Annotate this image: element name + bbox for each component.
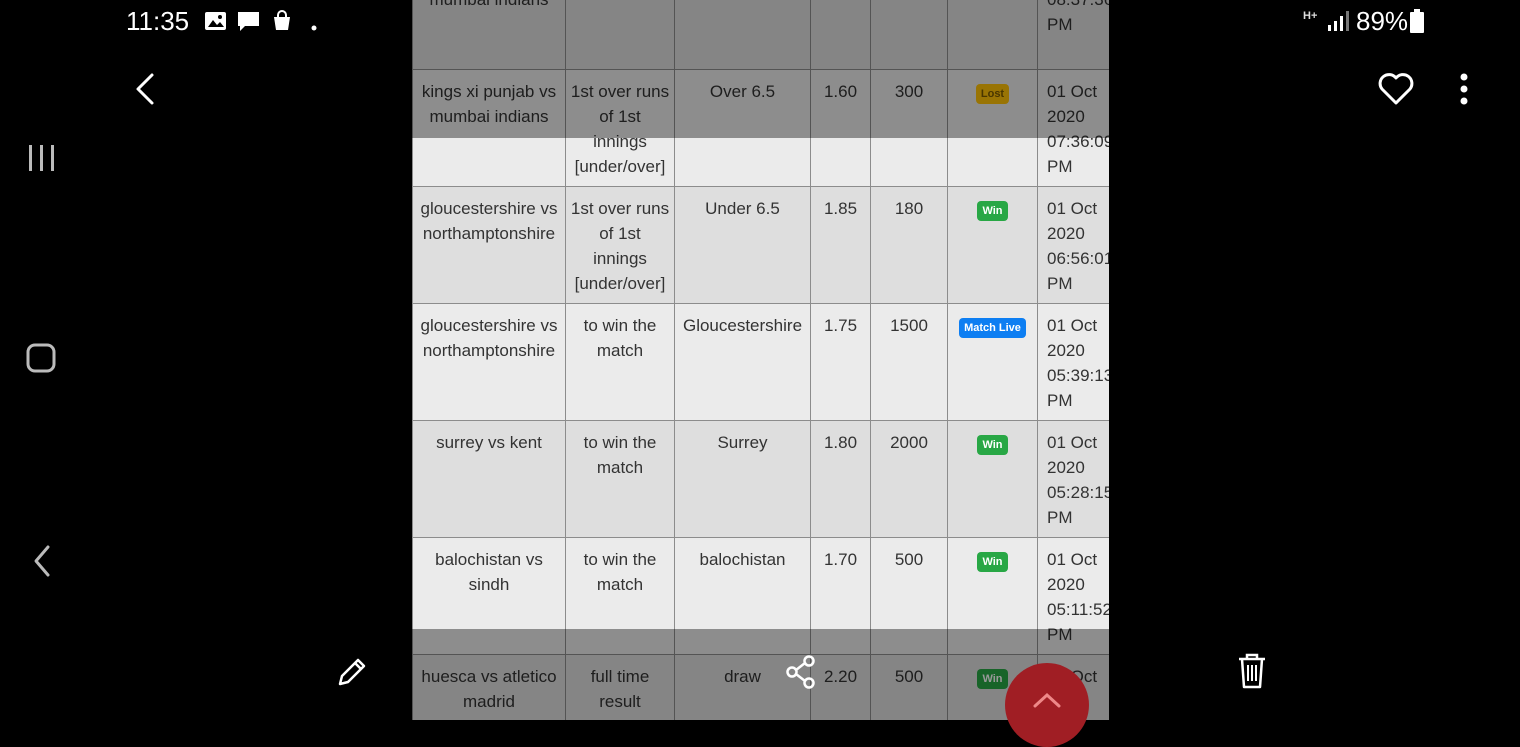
result-cell: Match Live	[947, 303, 1038, 421]
stake-cell: 500	[870, 537, 948, 655]
match-cell: surrey vs kent	[412, 420, 566, 538]
time-cell: 01 Oct 2020 05:11:52 PM	[1037, 537, 1109, 655]
more-notifications-dot-icon	[311, 18, 317, 36]
stake-cell: 180	[870, 186, 948, 304]
scroll-to-top-button[interactable]	[1005, 663, 1089, 747]
signal-strength-icon	[1327, 10, 1349, 37]
network-type-label: H+	[1303, 10, 1318, 22]
table-row: kings xi punjab vs mumbai indians 1st ove…	[412, 69, 1109, 187]
gallery-viewer: kings xi punjab vs mumbai indiansWin2020…	[0, 0, 1520, 747]
market-cell: to win the match	[565, 537, 675, 655]
match-cell: gloucestershire vs northamptonshire	[412, 303, 566, 421]
time-cell: 01 Oct 2020 05:28:15 PM	[1037, 420, 1109, 538]
stake-cell: 300	[870, 69, 948, 187]
status-badge: Win	[977, 201, 1008, 221]
stake-cell: 2000	[870, 420, 948, 538]
table-row: gloucestershire vs northamptonshire 1st o…	[412, 186, 1109, 304]
odds-cell: 1.60	[810, 69, 871, 187]
time-cell: 01 Oct 2020 07:36:09 PM	[1037, 69, 1109, 187]
delete-trash-icon[interactable]	[1236, 652, 1268, 690]
result-cell: Win	[947, 186, 1038, 304]
odds-cell: 1.75	[810, 303, 871, 421]
table-row: balochistan vs sindh to win the match balo…	[412, 537, 1109, 655]
status-badge: Win	[977, 435, 1008, 455]
status-badge: Win	[977, 669, 1008, 689]
status-badge: Match Live	[959, 318, 1026, 338]
market-cell: to win the match	[565, 420, 675, 538]
selection-cell: Under 6.5	[674, 186, 811, 304]
match-cell: gloucestershire vs northamptonshire	[412, 186, 566, 304]
market-cell: 1st over runs of 1st innings [under/over…	[565, 69, 675, 187]
selection-cell: balochistan	[674, 537, 811, 655]
table-row: surrey vs kent to win the match Surrey 1.80…	[412, 420, 1109, 538]
edit-pencil-icon[interactable]	[334, 654, 370, 690]
market-cell: 1st over runs of 1st innings [under/over…	[565, 186, 675, 304]
match-cell: kings xi punjab vs mumbai indians	[412, 69, 566, 187]
chevron-up-icon	[1032, 691, 1062, 747]
message-notification-icon	[236, 10, 261, 39]
bets-table: kings xi punjab vs mumbai indiansWin2020…	[412, 0, 1109, 720]
time-cell: 01 Oct 2020 05:39:13 PM	[1037, 303, 1109, 421]
stake-cell: 1500	[870, 303, 948, 421]
screenshot-image: kings xi punjab vs mumbai indiansWin2020…	[412, 0, 1109, 720]
table-row: gloucestershire vs northamptonshire to wi…	[412, 303, 1109, 421]
shopping-bag-notification-icon	[272, 10, 292, 37]
result-cell: Lost	[947, 69, 1038, 187]
status-badge: Lost	[975, 84, 1010, 104]
battery-percentage: 89%	[1356, 6, 1409, 36]
time-cell: 01 Oct 2020 06:56:01 PM	[1037, 186, 1109, 304]
match-cell: huesca vs atletico madrid	[412, 654, 566, 720]
share-icon[interactable]	[784, 654, 818, 690]
selection-cell: Surrey	[674, 420, 811, 538]
more-options-icon[interactable]	[1452, 70, 1476, 108]
back-icon[interactable]	[28, 544, 56, 578]
match-cell: balochistan vs sindh	[412, 537, 566, 655]
home-icon[interactable]	[25, 342, 59, 376]
battery-icon	[1410, 9, 1424, 38]
favorite-heart-icon[interactable]	[1376, 70, 1416, 108]
status-time: 11:35	[126, 6, 190, 36]
result-cell: Win	[947, 537, 1038, 655]
status-bar: 11:35 H+ 89%	[0, 0, 1520, 44]
odds-cell: 1.70	[810, 537, 871, 655]
result-cell: Win	[947, 420, 1038, 538]
selection-cell: Gloucestershire	[674, 303, 811, 421]
odds-cell: 1.80	[810, 420, 871, 538]
market-cell: to win the match	[565, 303, 675, 421]
stake-cell: 500	[870, 654, 948, 720]
recent-apps-icon[interactable]	[26, 142, 58, 174]
back-arrow-icon[interactable]	[128, 70, 164, 108]
selection-cell: Over 6.5	[674, 69, 811, 187]
gallery-notification-icon	[204, 10, 228, 37]
status-badge: Win	[977, 552, 1008, 572]
odds-cell: 2.20	[810, 654, 871, 720]
market-cell: full time result	[565, 654, 675, 720]
odds-cell: 1.85	[810, 186, 871, 304]
